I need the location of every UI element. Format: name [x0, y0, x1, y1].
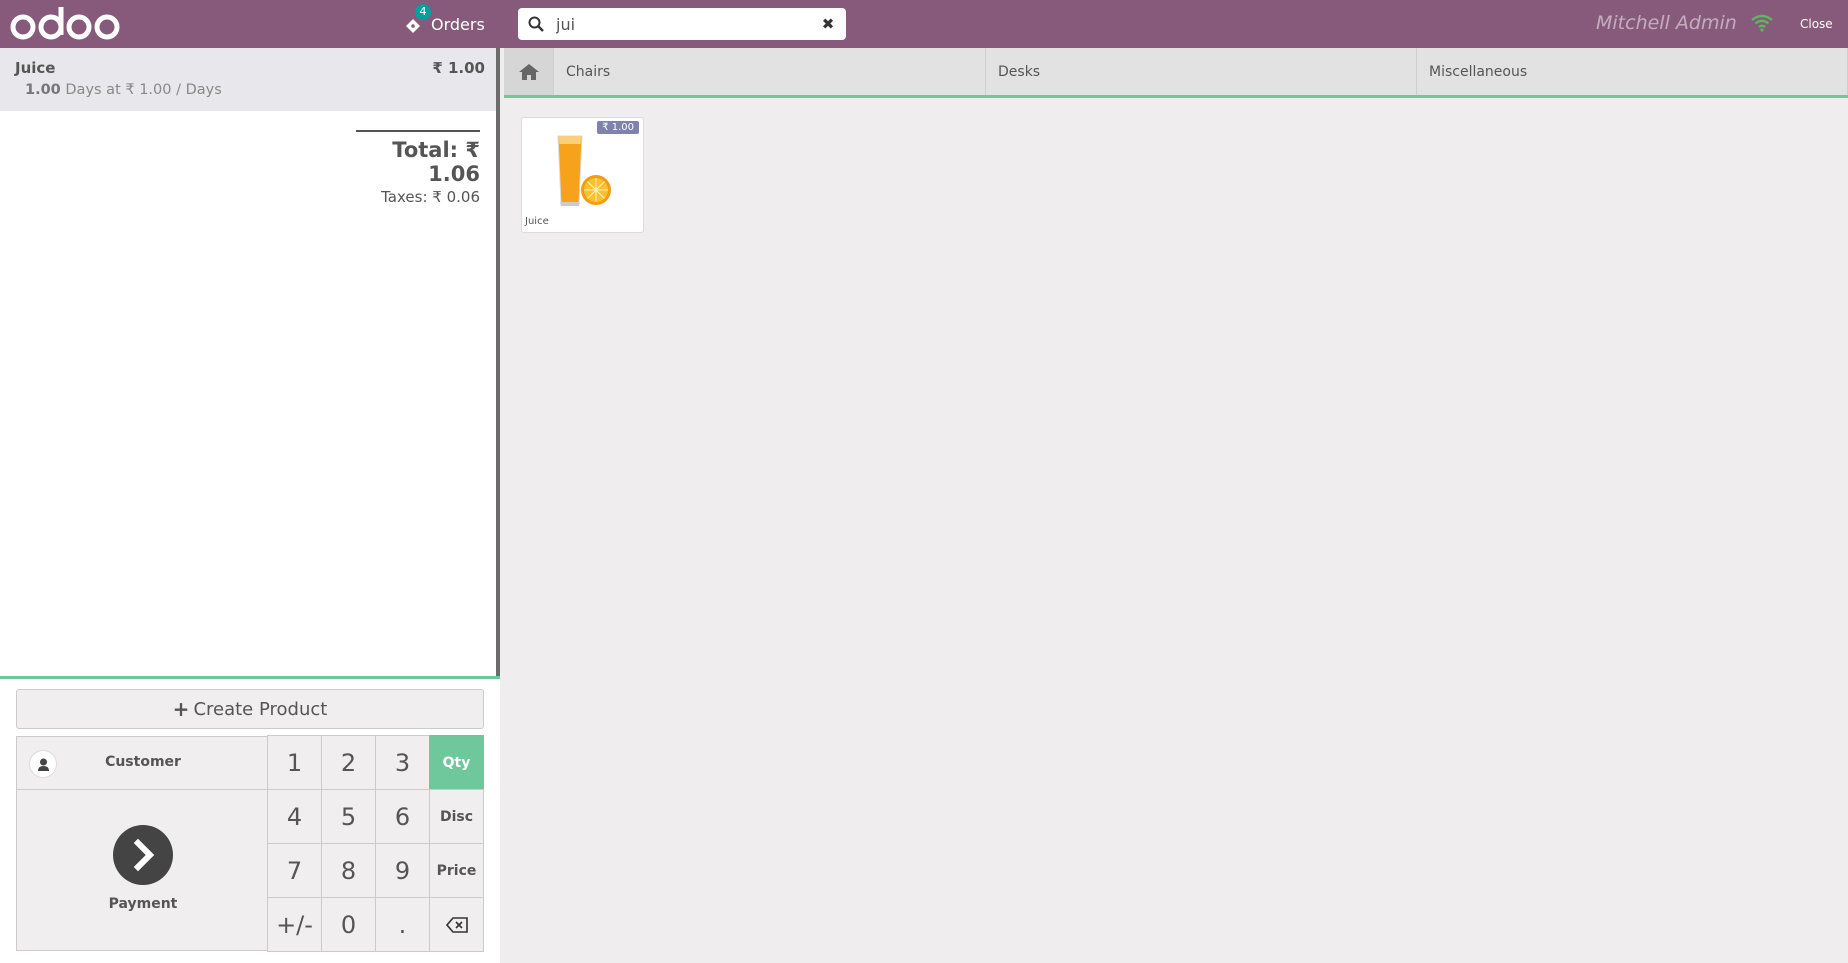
numpad-key-7[interactable]: 7 — [267, 843, 322, 898]
orders-button[interactable]: 4 Orders — [403, 4, 485, 40]
category-desks[interactable]: Desks — [986, 48, 1417, 95]
order-line-unit: Days at ₹ 1.00 / Days — [65, 82, 222, 98]
orders-label: Orders — [431, 14, 485, 34]
home-category-button[interactable] — [504, 48, 554, 95]
order-summary: Total: ₹ 1.06 Taxes: ₹ 0.06 — [356, 130, 480, 206]
backspace-icon — [445, 916, 468, 933]
backspace-button[interactable] — [429, 897, 484, 952]
product-name: Juice — [525, 216, 549, 227]
customer-label: Customer — [105, 754, 181, 770]
products-pane: Chairs Desks Miscellaneous ₹ 1.00 Juice — [504, 48, 1848, 963]
order-taxes: Taxes: ₹ 0.06 — [381, 188, 480, 206]
orders-count-badge: 4 — [415, 4, 431, 20]
order-line-qty: 1.00 — [25, 82, 61, 98]
mode-qty-button[interactable]: Qty — [429, 735, 484, 790]
odoo-logo — [10, 7, 120, 40]
numpad-key-4[interactable]: 4 — [267, 789, 322, 844]
numpad-key-6[interactable]: 6 — [375, 789, 430, 844]
wifi-icon — [1751, 14, 1773, 32]
numpad-key-2[interactable]: 2 — [321, 735, 376, 790]
juice-image — [557, 135, 611, 206]
numpad-key-sign[interactable]: +/- — [267, 897, 322, 952]
numpad-key-0[interactable]: 0 — [321, 897, 376, 952]
category-miscellaneous[interactable]: Miscellaneous — [1417, 48, 1848, 95]
order-line[interactable]: Juice ₹ 1.00 1.00 Days at ₹ 1.00 / Days — [0, 48, 496, 111]
numpad-key-dot[interactable]: . — [375, 897, 430, 952]
category-bar: Chairs Desks Miscellaneous — [504, 48, 1848, 98]
user-name: Mitchell Admin — [1596, 12, 1737, 34]
payment-label: Payment — [108, 896, 178, 912]
numpad-key-3[interactable]: 3 — [375, 735, 430, 790]
chevron-right-icon — [113, 825, 173, 885]
ticket-icon: 4 — [403, 4, 431, 34]
numpad: 1 2 3 Qty 4 5 6 Disc 7 8 9 Price +/- 0 . — [267, 735, 484, 952]
create-product-label: Create Product — [193, 698, 328, 720]
search-input[interactable] — [556, 12, 816, 36]
search-icon — [528, 16, 544, 32]
order-line-price: ₹ 1.00 — [432, 59, 485, 77]
numpad-key-1[interactable]: 1 — [267, 735, 322, 790]
customer-button[interactable]: Customer — [16, 736, 268, 790]
pos-header: 4 Orders ✖ Mitchell Admin Close — [0, 0, 1848, 48]
clear-search-icon[interactable]: ✖ — [820, 16, 836, 32]
create-product-button[interactable]: + Create Product — [16, 689, 484, 729]
close-button[interactable]: Close — [1800, 17, 1833, 31]
payment-button[interactable]: Payment — [16, 789, 268, 951]
order-line-name: Juice — [15, 59, 56, 77]
product-search: ✖ — [518, 8, 846, 40]
control-pane: + Create Product Customer Payment 1 2 3 … — [0, 676, 500, 963]
mode-price-button[interactable]: Price — [429, 843, 484, 898]
product-card[interactable]: ₹ 1.00 Juice — [521, 117, 644, 233]
numpad-key-9[interactable]: 9 — [375, 843, 430, 898]
order-total: Total: ₹ 1.06 — [392, 138, 480, 186]
category-chairs[interactable]: Chairs — [554, 48, 986, 95]
numpad-key-5[interactable]: 5 — [321, 789, 376, 844]
plus-icon: + — [172, 697, 190, 721]
home-icon — [518, 63, 539, 80]
order-line-detail: 1.00 Days at ₹ 1.00 / Days — [25, 82, 222, 98]
numpad-key-8[interactable]: 8 — [321, 843, 376, 898]
mode-disc-button[interactable]: Disc — [429, 789, 484, 844]
product-price-tag: ₹ 1.00 — [597, 121, 639, 134]
